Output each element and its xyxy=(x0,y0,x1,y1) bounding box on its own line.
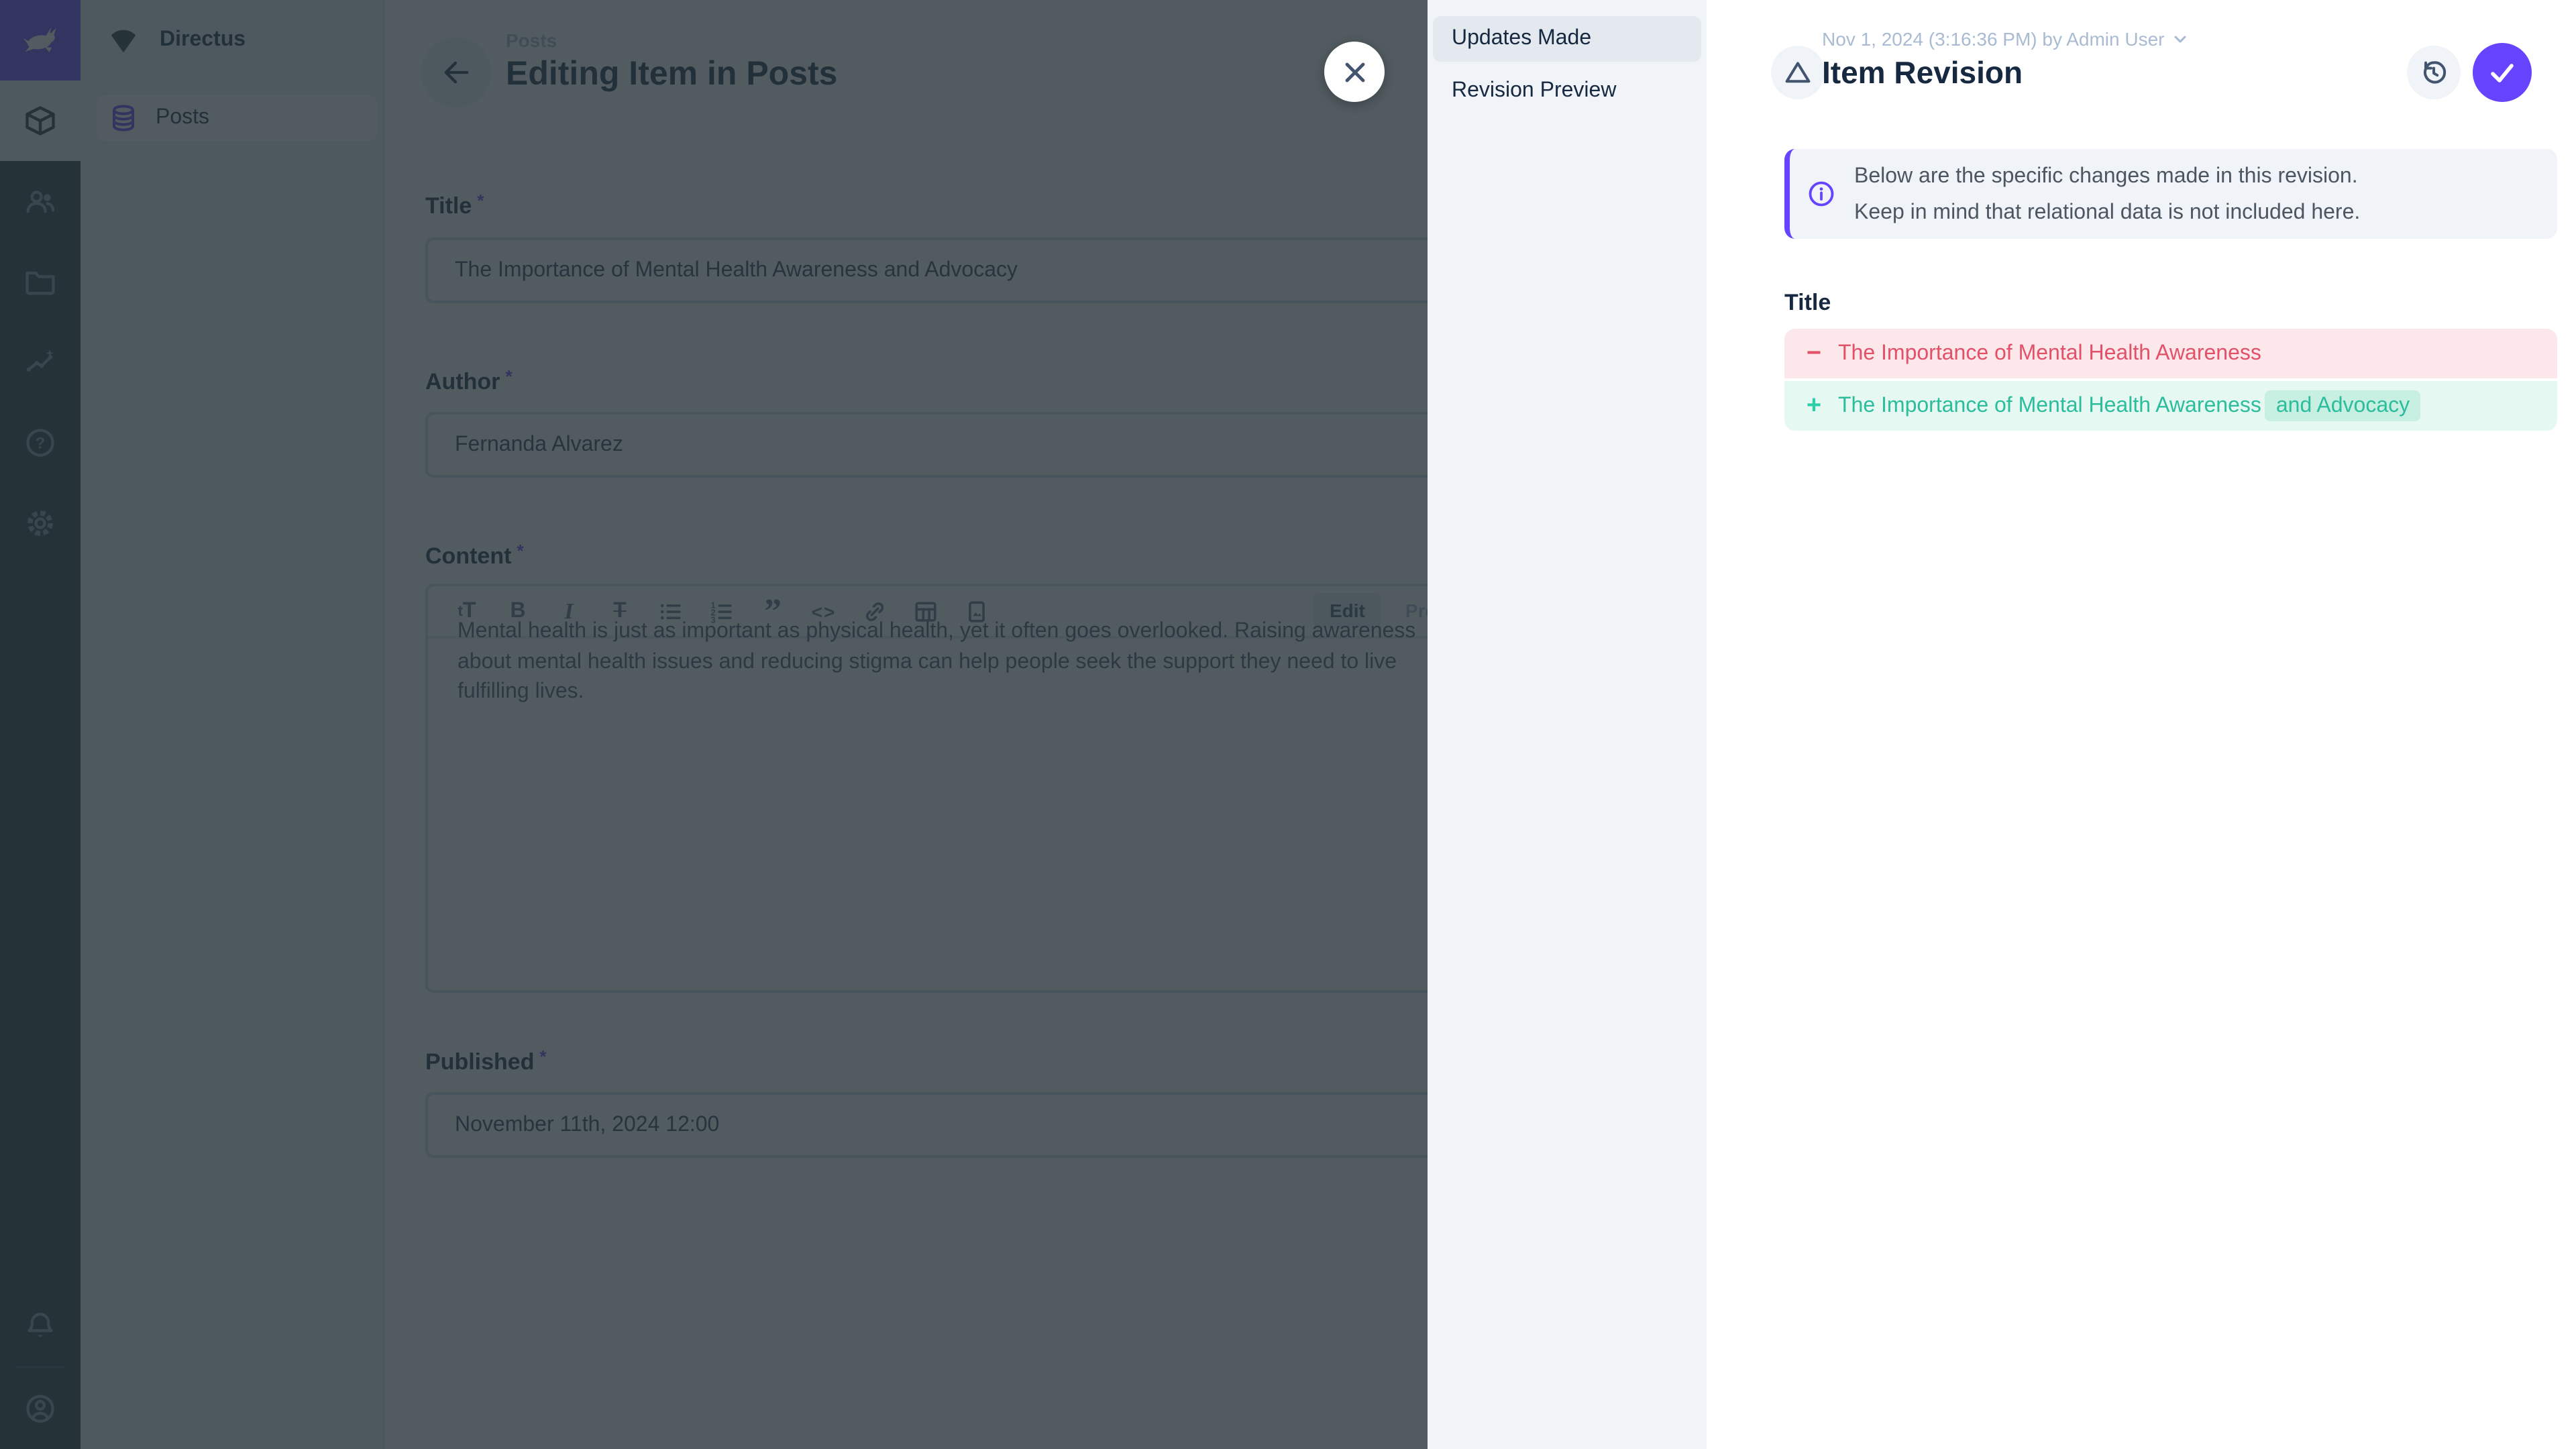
diff-removed-row: − The Importance of Mental Health Awaren… xyxy=(1784,329,2557,378)
close-drawer-button[interactable] xyxy=(1324,42,1385,102)
directus-app: ? xyxy=(0,0,2576,1449)
drawer-titles: Nov 1, 2024 (3:16:36 PM) by Admin User I… xyxy=(1822,28,2190,91)
diff-added-row: + The Importance of Mental Health Awaren… xyxy=(1784,381,2557,431)
revision-meta-text: Nov 1, 2024 (3:16:36 PM) by Admin User xyxy=(1822,28,2164,50)
diff-removed-text: The Importance of Mental Health Awarenes… xyxy=(1838,341,2261,366)
notice-text: Below are the specific changes made in t… xyxy=(1854,158,2360,230)
check-icon xyxy=(2486,56,2518,89)
chevron-down-icon xyxy=(2171,30,2190,48)
history-icon xyxy=(2418,56,2450,89)
plus-icon: + xyxy=(1803,395,1825,417)
accept-button[interactable] xyxy=(2473,43,2532,102)
diff-added-base: The Importance of Mental Health Awarenes… xyxy=(1838,394,2261,417)
drawer-nav-updates-made[interactable]: Updates Made xyxy=(1433,16,1701,62)
info-icon xyxy=(1806,178,1837,209)
revision-type-badge xyxy=(1771,46,1825,99)
warning-triangle-icon xyxy=(1782,56,1814,89)
diff-added-text: The Importance of Mental Health Awarenes… xyxy=(1838,394,2420,418)
diff-field-label: Title xyxy=(1784,290,1831,317)
diff-added-highlight: and Advocacy xyxy=(2265,390,2420,421)
drawer-nav: Updates Made Revision Preview xyxy=(1428,0,1707,1449)
notice-line-1: Below are the specific changes made in t… xyxy=(1854,158,2360,194)
revision-meta[interactable]: Nov 1, 2024 (3:16:36 PM) by Admin User xyxy=(1822,28,2190,50)
drawer-nav-revision-preview[interactable]: Revision Preview xyxy=(1433,68,1701,114)
revert-button[interactable] xyxy=(2407,46,2461,99)
drawer-main: Nov 1, 2024 (3:16:36 PM) by Admin User I… xyxy=(1707,0,2576,1449)
drawer-title: Item Revision xyxy=(1822,54,2190,91)
revision-drawer: Updates Made Revision Preview Nov 1, 202… xyxy=(1428,0,2576,1449)
minus-icon: − xyxy=(1803,343,1825,364)
close-icon xyxy=(1338,56,1371,88)
notice-line-2: Keep in mind that relational data is not… xyxy=(1854,194,2360,230)
revision-notice: Below are the specific changes made in t… xyxy=(1784,149,2557,239)
